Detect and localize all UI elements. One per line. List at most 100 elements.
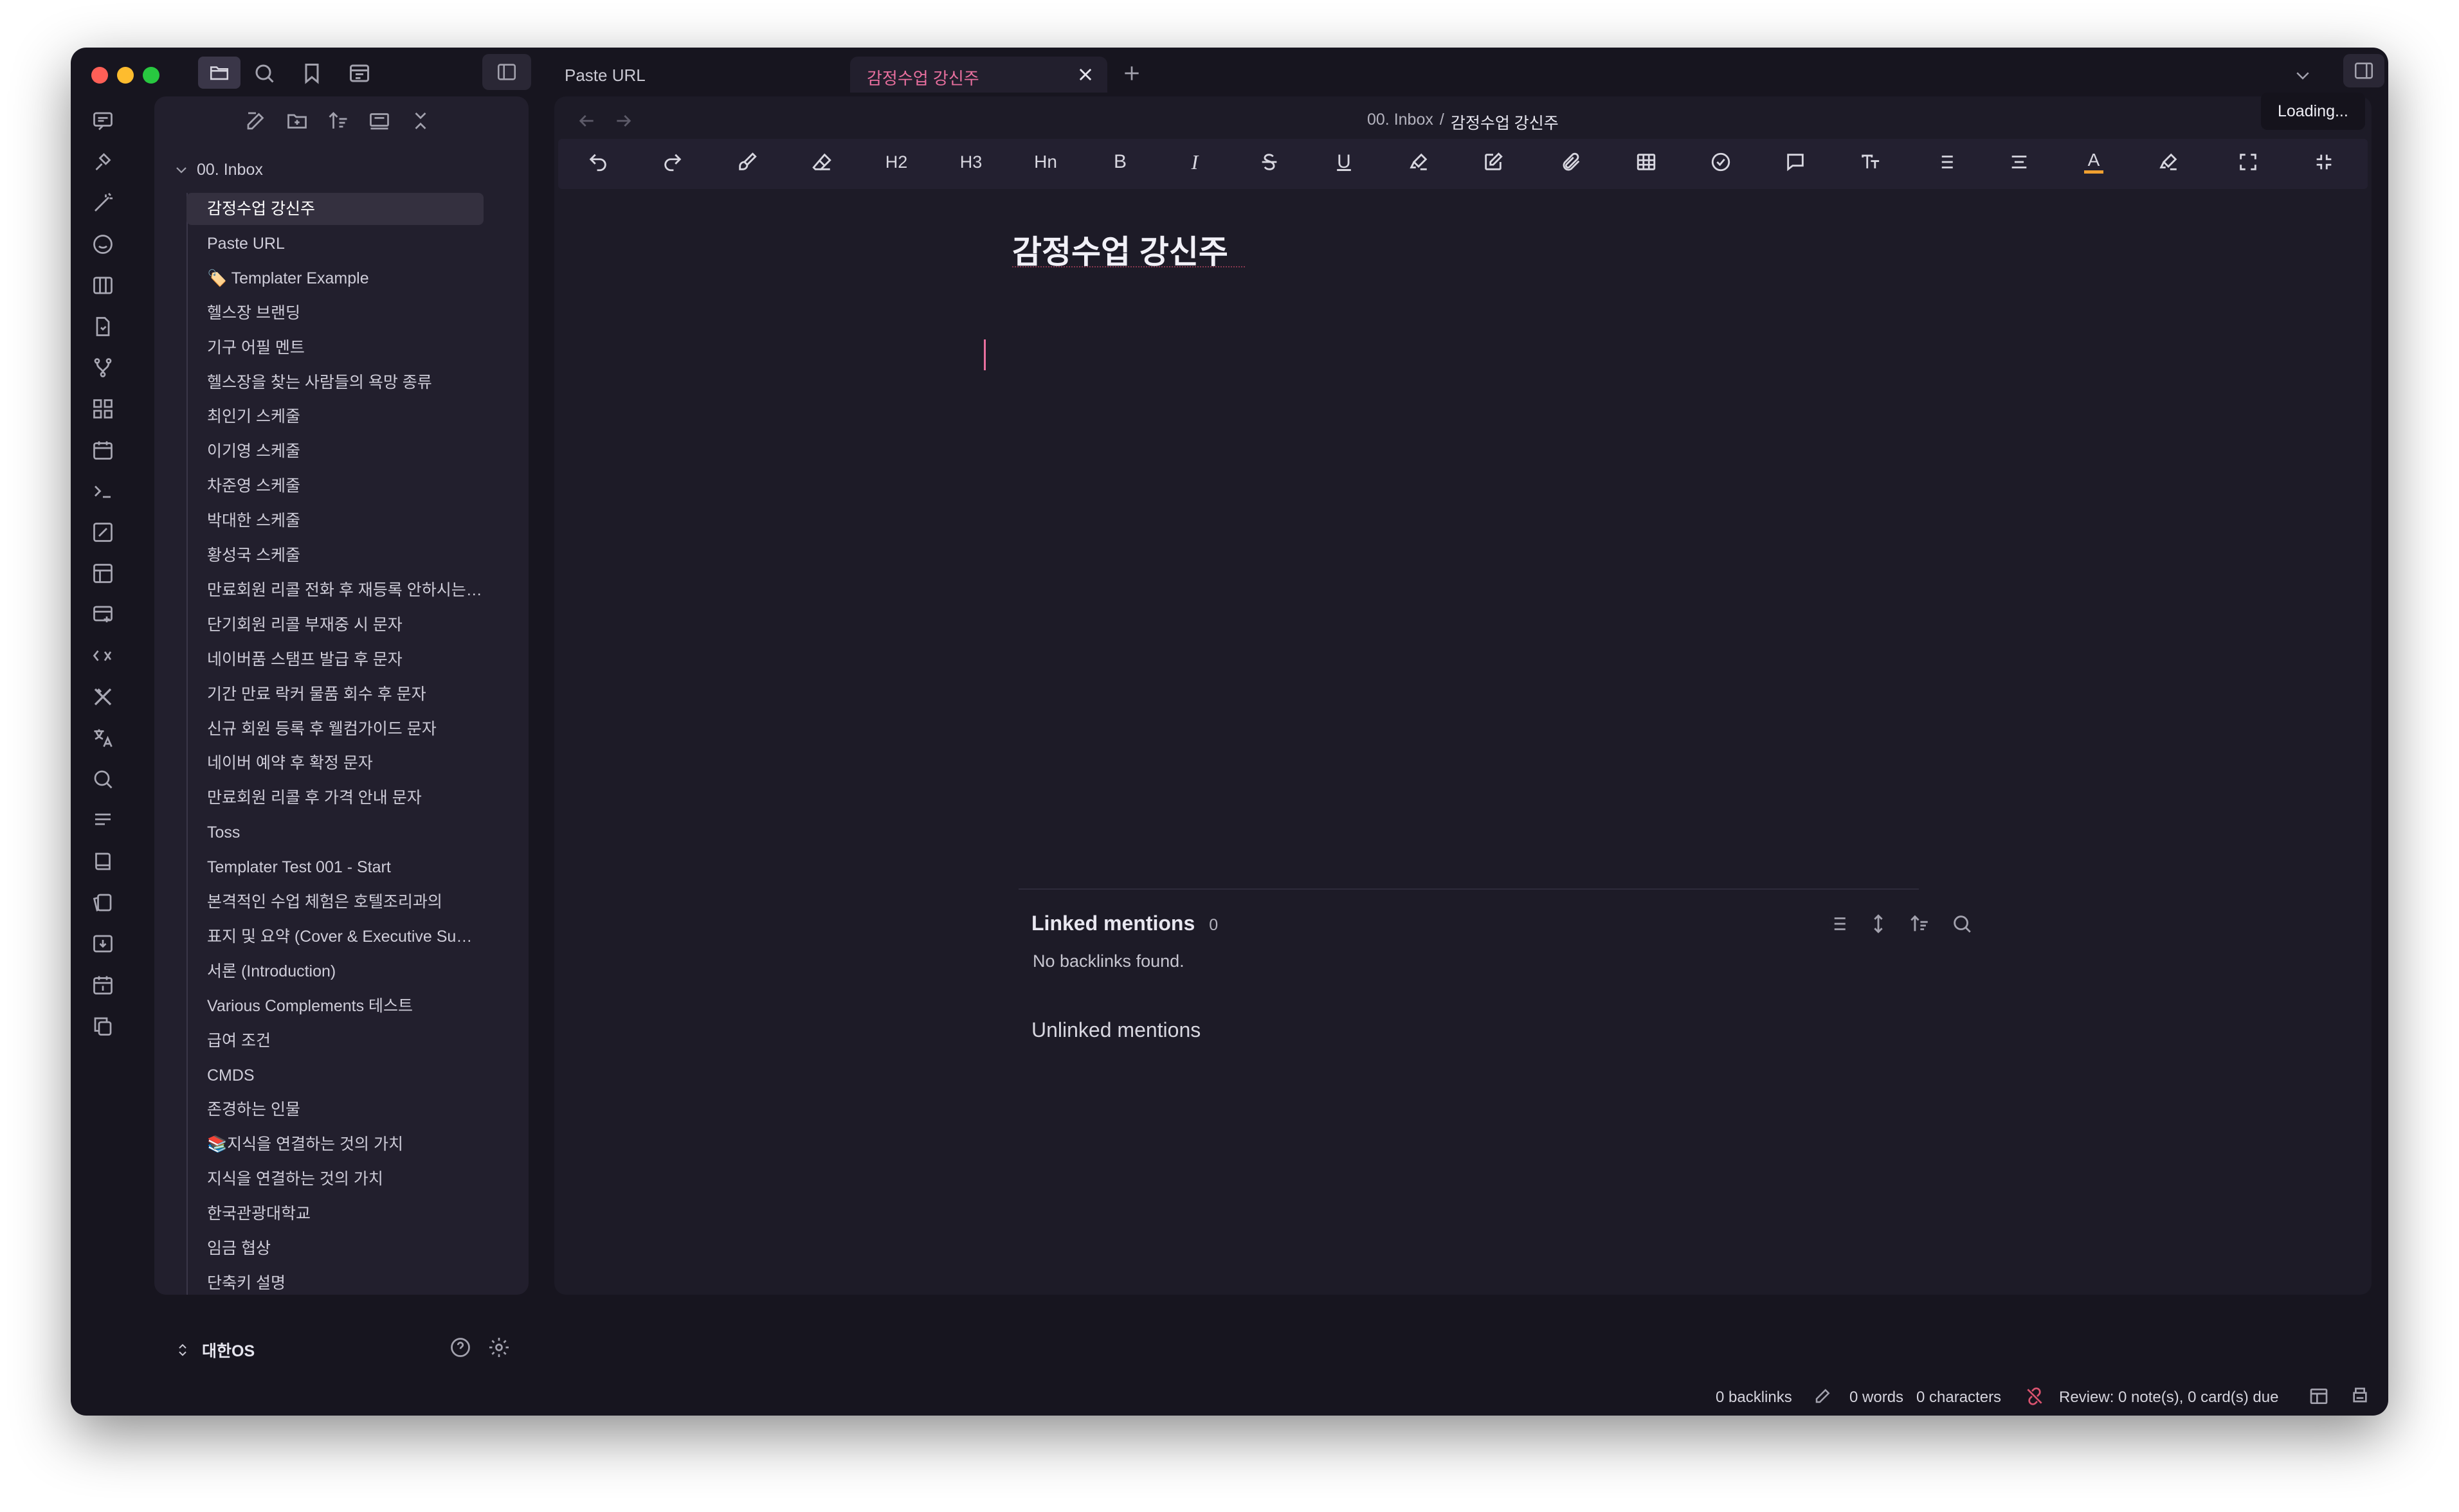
fullscreen-button[interactable] [2229, 139, 2267, 185]
file-tree-item[interactable]: 단축키 설명 [186, 1267, 484, 1299]
callout-button[interactable] [1776, 139, 1815, 185]
ribbon-kanban[interactable] [85, 267, 121, 303]
ribbon-search[interactable] [85, 761, 121, 797]
file-tree-item[interactable]: Toss [186, 816, 484, 849]
file-tree-item[interactable]: 감정수업 강신주 [186, 193, 484, 225]
file-tree-item[interactable]: 차준영 스케줄 [186, 470, 484, 502]
file-tree-item[interactable]: 급여 조건 [186, 1025, 484, 1057]
folder-inbox[interactable]: 00. Inbox [174, 157, 263, 183]
file-tree-item[interactable]: 기간 만료 락커 물품 회수 후 문자 [186, 678, 484, 710]
note-body-editor[interactable] [998, 328, 1641, 379]
new-tab-button[interactable] [1121, 63, 1142, 84]
file-tree-item[interactable]: 네이버 예약 후 확정 문자 [186, 747, 484, 779]
editing-mode-button[interactable] [1813, 1386, 1833, 1405]
file-tree-item[interactable]: 단기회원 리콜 부재중 시 문자 [186, 609, 484, 641]
file-tree-item[interactable]: 박대한 스케줄 [186, 505, 484, 537]
tab-list-dropdown[interactable] [2293, 66, 2312, 85]
layout-toggle-button[interactable] [2309, 1386, 2329, 1407]
ribbon-copy[interactable] [85, 1008, 121, 1044]
help-button[interactable] [449, 1336, 472, 1359]
search-tab[interactable] [253, 62, 276, 85]
align-button[interactable] [2000, 139, 2038, 185]
bold-button[interactable]: B [1101, 139, 1139, 185]
highlight-pen-button[interactable] [1399, 139, 1438, 185]
linked-mentions-header[interactable]: Linked mentions 0 [1031, 912, 1218, 935]
file-tree-item[interactable]: 존경하는 인물 [186, 1094, 484, 1126]
ribbon-magic[interactable] [85, 185, 121, 221]
ribbon-daily-note[interactable] [85, 967, 121, 1003]
toggle-right-sidebar-button[interactable] [2343, 54, 2384, 87]
file-tree-item[interactable]: 기구 어필 멘트 [186, 332, 484, 364]
ribbon-import[interactable] [85, 926, 121, 962]
file-tree-item[interactable]: 서론 (Introduction) [186, 955, 484, 987]
collapse-all-button[interactable] [409, 109, 432, 132]
collapse-results-button[interactable] [1826, 913, 1848, 935]
breadcrumb-current[interactable]: 감정수업 강신주 [1451, 111, 1559, 134]
file-tree-item[interactable]: CMDS [186, 1059, 484, 1092]
clear-format-button[interactable] [803, 139, 841, 185]
file-tree-item[interactable]: 📚지식을 연결하는 것의 가치 [186, 1128, 484, 1160]
sync-disabled-icon[interactable] [2024, 1386, 2045, 1407]
ribbon-reader[interactable] [85, 843, 121, 879]
file-tree-item[interactable]: Paste URL [186, 228, 484, 260]
close-tab-button[interactable] [1076, 66, 1094, 84]
file-tree-item[interactable]: 황성국 스케줄 [186, 539, 484, 572]
file-tree-item[interactable]: 한국관광대학교 [186, 1198, 484, 1230]
ribbon-dashboard[interactable] [85, 391, 121, 427]
ribbon-file-sync[interactable] [85, 309, 121, 345]
ribbon-quick-switcher[interactable] [85, 144, 121, 180]
unlinked-mentions-header[interactable]: Unlinked mentions [1031, 1018, 1201, 1042]
ribbon-template[interactable] [85, 555, 121, 591]
tab-active-note[interactable]: 감정수업 강신주 [850, 57, 1107, 93]
ribbon-templater[interactable] [85, 638, 121, 674]
settings-button[interactable] [487, 1336, 511, 1359]
redo-button[interactable] [653, 139, 692, 185]
ribbon-graph[interactable] [85, 350, 121, 386]
ribbon-chat[interactable] [85, 103, 121, 139]
ribbon-outline[interactable] [85, 802, 121, 838]
ribbon-terminal[interactable] [85, 473, 121, 509]
breadcrumb-folder[interactable]: 00. Inbox [1367, 111, 1433, 134]
ribbon-new-note[interactable] [85, 597, 121, 633]
new-folder-button[interactable] [286, 109, 309, 132]
sort-button[interactable] [327, 109, 350, 132]
file-tree-item[interactable]: 네이버품 스탬프 발급 후 문자 [186, 644, 484, 676]
italic-button[interactable]: I [1175, 139, 1214, 185]
file-tree-item[interactable]: 임금 협상 [186, 1232, 484, 1264]
status-review[interactable]: Review: 0 note(s), 0 card(s) due [2059, 1389, 2278, 1407]
file-tree-item[interactable]: 신규 회원 등록 후 웰컴가이드 문자 [186, 713, 484, 745]
file-tree-item[interactable]: 지식을 연결하는 것의 가치 [186, 1163, 484, 1195]
show-more-context-button[interactable] [1867, 913, 1889, 935]
ribbon-excalidraw[interactable] [85, 514, 121, 550]
collapse-left-sidebar-button[interactable] [482, 54, 531, 90]
ribbon-calendar[interactable] [85, 432, 121, 468]
table-button[interactable] [1627, 139, 1665, 185]
print-button[interactable] [2350, 1386, 2370, 1407]
new-note-button[interactable] [244, 109, 268, 132]
underline-button[interactable]: U [1325, 139, 1363, 185]
file-tree-item[interactable]: 이기영 스케줄 [186, 435, 484, 467]
search-backlinks-button[interactable] [1951, 913, 1973, 935]
file-tree-item[interactable]: Various Complements 테스트 [186, 990, 484, 1022]
back-button[interactable] [576, 111, 597, 131]
list-button[interactable] [1925, 139, 1964, 185]
file-tree-item[interactable]: 표지 및 요약 (Cover & Executive Su… [186, 921, 484, 953]
file-tree-item[interactable]: 헬스장 브랜딩 [186, 297, 484, 329]
attachment-button[interactable] [1552, 139, 1591, 185]
maximize-window-button[interactable] [143, 67, 159, 84]
auto-reveal-button[interactable] [368, 109, 391, 132]
strikethrough-button[interactable] [1250, 139, 1289, 185]
text-color-button[interactable]: A [2074, 139, 2113, 185]
file-tree-item[interactable]: 만료회원 리콜 후 가격 안내 문자 [186, 782, 484, 814]
ribbon-emoji[interactable] [85, 226, 121, 262]
close-window-button[interactable] [91, 67, 108, 84]
edit-format-button[interactable] [1474, 139, 1512, 185]
file-tree-item[interactable]: Templater Test 001 - Start [186, 851, 484, 883]
format-painter-button[interactable] [728, 139, 767, 185]
file-tree-item[interactable]: 🏷️ Templater Example [186, 262, 484, 294]
focus-mode-button[interactable] [2305, 139, 2343, 185]
vault-switcher[interactable]: 대한OS [175, 1338, 255, 1362]
background-color-button[interactable] [2149, 139, 2188, 185]
recent-files-tab[interactable] [348, 62, 371, 85]
h2-button[interactable]: H2 [877, 139, 916, 185]
